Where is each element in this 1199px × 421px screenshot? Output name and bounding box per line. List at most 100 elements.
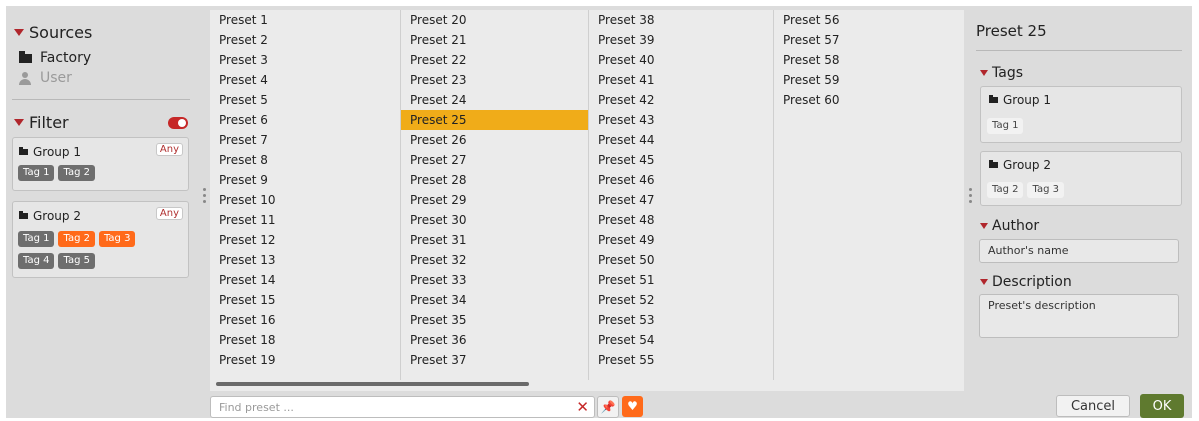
search-box: ✕ [210, 396, 595, 418]
preset-row[interactable]: Preset 5 [210, 90, 400, 110]
preset-row[interactable]: Preset 23 [401, 70, 588, 90]
preset-row[interactable]: Preset 11 [210, 210, 400, 230]
preset-row[interactable]: Preset 42 [589, 90, 773, 110]
preset-row[interactable]: Preset 2 [210, 30, 400, 50]
pin-button[interactable]: 📌 [597, 396, 619, 418]
source-user[interactable]: User [18, 70, 72, 86]
detail-tag[interactable]: Tag 1 [987, 118, 1024, 134]
preset-row[interactable]: Preset 29 [401, 190, 588, 210]
preset-row[interactable]: Preset 12 [210, 230, 400, 250]
source-factory[interactable]: Factory [18, 50, 91, 66]
preset-row[interactable]: Preset 31 [401, 230, 588, 250]
filter-group-2-title: Group 2 [19, 209, 81, 223]
preset-row[interactable]: Preset 45 [589, 150, 773, 170]
preset-row[interactable]: Preset 58 [774, 50, 964, 70]
filter-header[interactable]: Filter [14, 113, 69, 132]
preset-row[interactable]: Preset 28 [401, 170, 588, 190]
collapse-triangle-icon [980, 70, 988, 76]
preset-row[interactable]: Preset 51 [589, 270, 773, 290]
preset-row[interactable]: Preset 10 [210, 190, 400, 210]
ok-button[interactable]: OK [1140, 394, 1184, 418]
collapse-triangle-icon [14, 119, 24, 126]
preset-row[interactable]: Preset 27 [401, 150, 588, 170]
preset-row[interactable]: Preset 13 [210, 250, 400, 270]
preset-row[interactable]: Preset 16 [210, 310, 400, 330]
filter-tag[interactable]: Tag 2 [58, 165, 95, 181]
preset-row[interactable]: Preset 8 [210, 150, 400, 170]
horizontal-scrollbar[interactable] [216, 382, 529, 386]
favorite-filter-button[interactable]: ♥ [622, 396, 643, 417]
filter-tag-active[interactable]: Tag 2 [58, 231, 95, 247]
detail-group-1-title: Group 1 [989, 93, 1051, 107]
clear-search-icon[interactable]: ✕ [576, 397, 589, 417]
filter-tag[interactable]: Tag 1 [18, 231, 55, 247]
preset-row[interactable]: Preset 21 [401, 30, 588, 50]
preset-row[interactable]: Preset 6 [210, 110, 400, 130]
preset-row[interactable]: Preset 54 [589, 330, 773, 350]
preset-row[interactable]: Preset 57 [774, 30, 964, 50]
description-field[interactable]: Preset's description [979, 294, 1179, 338]
preset-row[interactable]: Preset 55 [589, 350, 773, 370]
right-splitter[interactable] [969, 188, 972, 203]
preset-row[interactable]: Preset 18 [210, 330, 400, 350]
description-header[interactable]: Description [980, 274, 1072, 290]
preset-row[interactable]: Preset 22 [401, 50, 588, 70]
filter-tag[interactable]: Tag 1 [18, 165, 55, 181]
preset-row[interactable]: Preset 30 [401, 210, 588, 230]
preset-list: Preset 1 Preset 2 Preset 3 Preset 4 Pres… [210, 10, 964, 391]
any-button[interactable]: Any [155, 143, 183, 156]
author-header[interactable]: Author [980, 218, 1039, 234]
preset-row[interactable]: Preset 26 [401, 130, 588, 150]
preset-row[interactable]: Preset 41 [589, 70, 773, 90]
preset-row[interactable]: Preset 9 [210, 170, 400, 190]
tags-header[interactable]: Tags [980, 65, 1023, 81]
preset-row[interactable]: Preset 20 [401, 10, 588, 30]
sources-title: Sources [29, 23, 93, 42]
preset-row[interactable]: Preset 50 [589, 250, 773, 270]
detail-tag[interactable]: Tag 3 [1027, 182, 1064, 198]
preset-row[interactable]: Preset 19 [210, 350, 400, 370]
preset-row[interactable]: Preset 4 [210, 70, 400, 90]
preset-row[interactable]: Preset 56 [774, 10, 964, 30]
preset-row[interactable]: Preset 46 [589, 170, 773, 190]
filter-toggle[interactable] [168, 117, 188, 129]
preset-row[interactable]: Preset 15 [210, 290, 400, 310]
author-field[interactable]: Author's name [979, 239, 1179, 263]
preset-row[interactable]: Preset 34 [401, 290, 588, 310]
left-splitter[interactable] [203, 188, 206, 203]
search-input[interactable] [217, 398, 561, 417]
filter-tag[interactable]: Tag 5 [58, 253, 95, 269]
preset-row[interactable]: Preset 24 [401, 90, 588, 110]
detail-tag[interactable]: Tag 2 [987, 182, 1024, 198]
preset-column: Preset 1 Preset 2 Preset 3 Preset 4 Pres… [210, 10, 401, 380]
preset-row[interactable]: Preset 1 [210, 10, 400, 30]
preset-row[interactable]: Preset 3 [210, 50, 400, 70]
preset-row[interactable]: Preset 49 [589, 230, 773, 250]
preset-row[interactable]: Preset 47 [589, 190, 773, 210]
preset-row[interactable]: Preset 59 [774, 70, 964, 90]
preset-row-selected[interactable]: Preset 25 [401, 110, 588, 130]
preset-row[interactable]: Preset 36 [401, 330, 588, 350]
filter-tag-active[interactable]: Tag 3 [98, 231, 136, 247]
preset-row[interactable]: Preset 7 [210, 130, 400, 150]
preset-row[interactable]: Preset 40 [589, 50, 773, 70]
preset-row[interactable]: Preset 53 [589, 310, 773, 330]
preset-row[interactable]: Preset 52 [589, 290, 773, 310]
preset-row[interactable]: Preset 44 [589, 130, 773, 150]
sources-header[interactable]: Sources [14, 23, 92, 42]
any-button[interactable]: Any [155, 207, 183, 220]
filter-tag[interactable]: Tag 4 [18, 253, 55, 269]
pin-icon: 📌 [600, 400, 616, 414]
heart-icon: ♥ [627, 399, 638, 413]
preset-row[interactable]: Preset 14 [210, 270, 400, 290]
preset-row[interactable]: Preset 39 [589, 30, 773, 50]
preset-row[interactable]: Preset 33 [401, 270, 588, 290]
preset-row[interactable]: Preset 48 [589, 210, 773, 230]
preset-row[interactable]: Preset 35 [401, 310, 588, 330]
cancel-button[interactable]: Cancel [1056, 395, 1130, 417]
preset-row[interactable]: Preset 37 [401, 350, 588, 370]
preset-row[interactable]: Preset 60 [774, 90, 964, 110]
preset-row[interactable]: Preset 38 [589, 10, 773, 30]
preset-row[interactable]: Preset 43 [589, 110, 773, 130]
preset-row[interactable]: Preset 32 [401, 250, 588, 270]
